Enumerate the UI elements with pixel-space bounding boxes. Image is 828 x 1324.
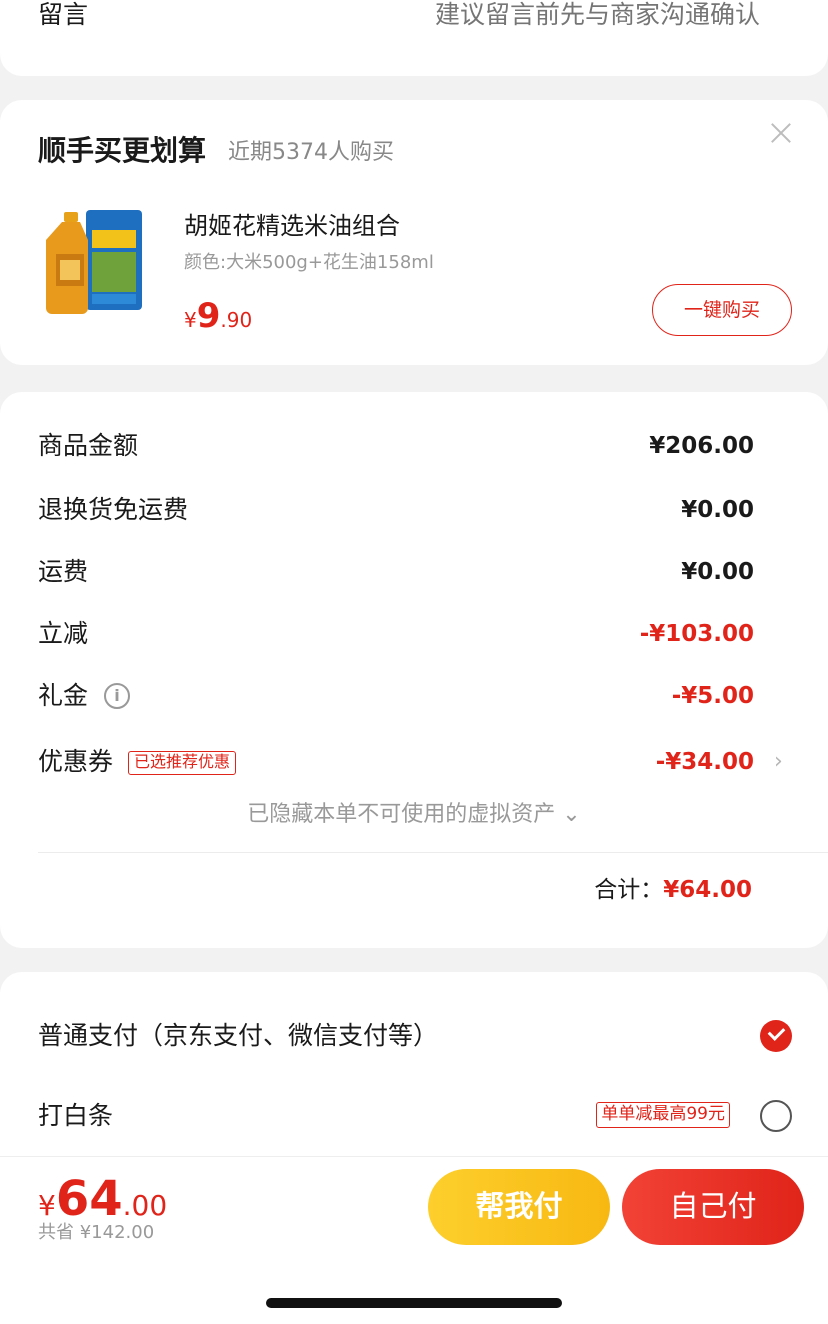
check-selected-icon[interactable] (760, 1020, 792, 1052)
total-label: 合计： (594, 877, 664, 903)
summary-row-instant-discount: 立减 -¥103.00 (38, 614, 754, 654)
product-name[interactable]: 胡姬花精选米油组合 (184, 210, 400, 242)
note-card: 留言 (0, 0, 828, 76)
chevron-right-icon[interactable]: › (774, 742, 788, 782)
summary-value: -¥5.00 (671, 683, 754, 709)
price-decimal: .90 (220, 308, 253, 332)
radio-unselected-icon[interactable] (760, 1100, 792, 1132)
price-currency: ¥ (184, 308, 197, 332)
upsell-subtitle: 近期5374人购买 (228, 140, 394, 165)
pay-myself-button[interactable]: 自己付 (622, 1169, 804, 1245)
upsell-title: 顺手买更划算 (38, 134, 207, 167)
payment-option-baitiao[interactable]: 打白条 (38, 1096, 113, 1136)
product-spec: 颜色:大米500g+花生油158ml (184, 252, 434, 273)
summary-row-goods: 商品金额 ¥206.00 (38, 426, 754, 466)
summary-value: ¥0.00 (681, 559, 754, 585)
summary-label: 退换货免运费 (38, 495, 189, 524)
price-integer: 9 (196, 296, 221, 336)
checkout-price-integer: 64 (55, 1171, 123, 1227)
hidden-assets-toggle[interactable]: 已隐藏本单不可使用的虚拟资产 ⌄ (0, 798, 828, 832)
hidden-assets-text: 已隐藏本单不可使用的虚拟资产 (247, 802, 556, 827)
saved-amount: 共省 ¥142.00 (38, 1222, 155, 1243)
checkout-bar: ¥64.00 共省 ¥142.00 帮我付 自己付 (0, 1156, 828, 1256)
chevron-down-icon: ⌄ (562, 802, 581, 827)
coupon-tag: 已选推荐优惠 (128, 751, 237, 775)
summary-value: -¥34.00 (655, 749, 754, 775)
summary-value: ¥206.00 (649, 433, 754, 459)
order-summary-card: 商品金额 ¥206.00 退换货免运费 ¥0.00 运费 ¥0.00 立减 -¥… (0, 392, 828, 948)
product-price: ¥9.90 (184, 296, 252, 342)
summary-value: ¥0.00 (681, 497, 754, 523)
summary-row-gift-money: 礼金 i -¥5.00 (38, 676, 754, 716)
summary-label: 立减 (38, 619, 89, 648)
one-click-buy-button[interactable]: 一键购买 (652, 284, 792, 336)
summary-row-coupon[interactable]: 优惠券 已选推荐优惠 -¥34.00 (38, 742, 754, 782)
checkout-currency: ¥ (38, 1189, 56, 1222)
note-input[interactable] (340, 0, 760, 30)
order-total: 合计：¥64.00 (594, 872, 752, 908)
divider (38, 852, 828, 853)
upsell-card: 顺手买更划算 近期5374人购买 胡姬花精选米油组合 颜色:大米500g+花生油… (0, 100, 828, 365)
summary-label: 运费 (38, 557, 89, 586)
home-indicator[interactable] (266, 1298, 562, 1308)
info-icon[interactable]: i (104, 683, 130, 709)
close-icon[interactable] (770, 122, 792, 144)
home-indicator-area (0, 1256, 828, 1324)
summary-label: 优惠券 (38, 747, 114, 776)
summary-label: 礼金 (38, 681, 89, 710)
total-value: ¥64.00 (663, 877, 752, 903)
help-me-pay-button[interactable]: 帮我付 (428, 1169, 610, 1245)
summary-label: 商品金额 (38, 431, 139, 460)
product-image[interactable] (46, 208, 146, 316)
checkout-price-decimal: .00 (122, 1189, 168, 1222)
summary-row-shipping: 运费 ¥0.00 (38, 552, 754, 592)
baitiao-promo-tag: 单单减最高99元 (596, 1102, 730, 1128)
summary-row-return-shipping: 退换货免运费 ¥0.00 (38, 490, 754, 530)
note-label: 留言 (38, 0, 89, 29)
summary-value: -¥103.00 (639, 621, 754, 647)
payment-option-normal[interactable]: 普通支付（京东支付、微信支付等） (38, 1016, 438, 1056)
